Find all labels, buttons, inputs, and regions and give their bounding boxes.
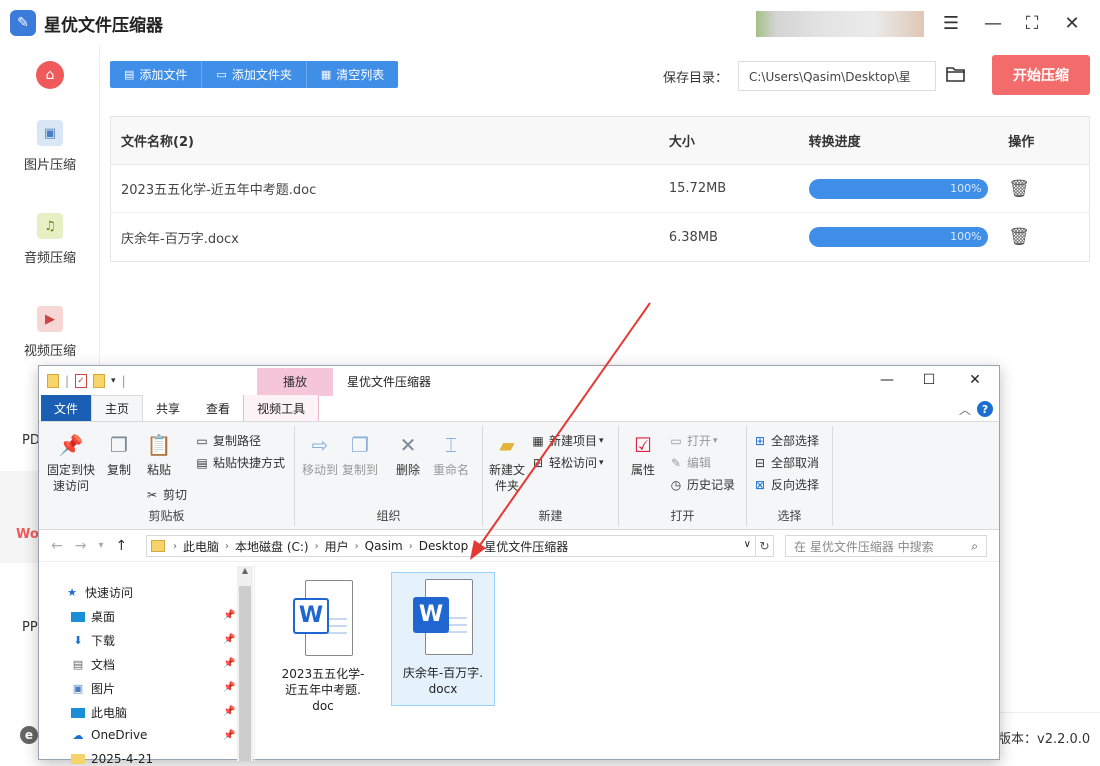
annotation-arrow: [470, 302, 651, 560]
